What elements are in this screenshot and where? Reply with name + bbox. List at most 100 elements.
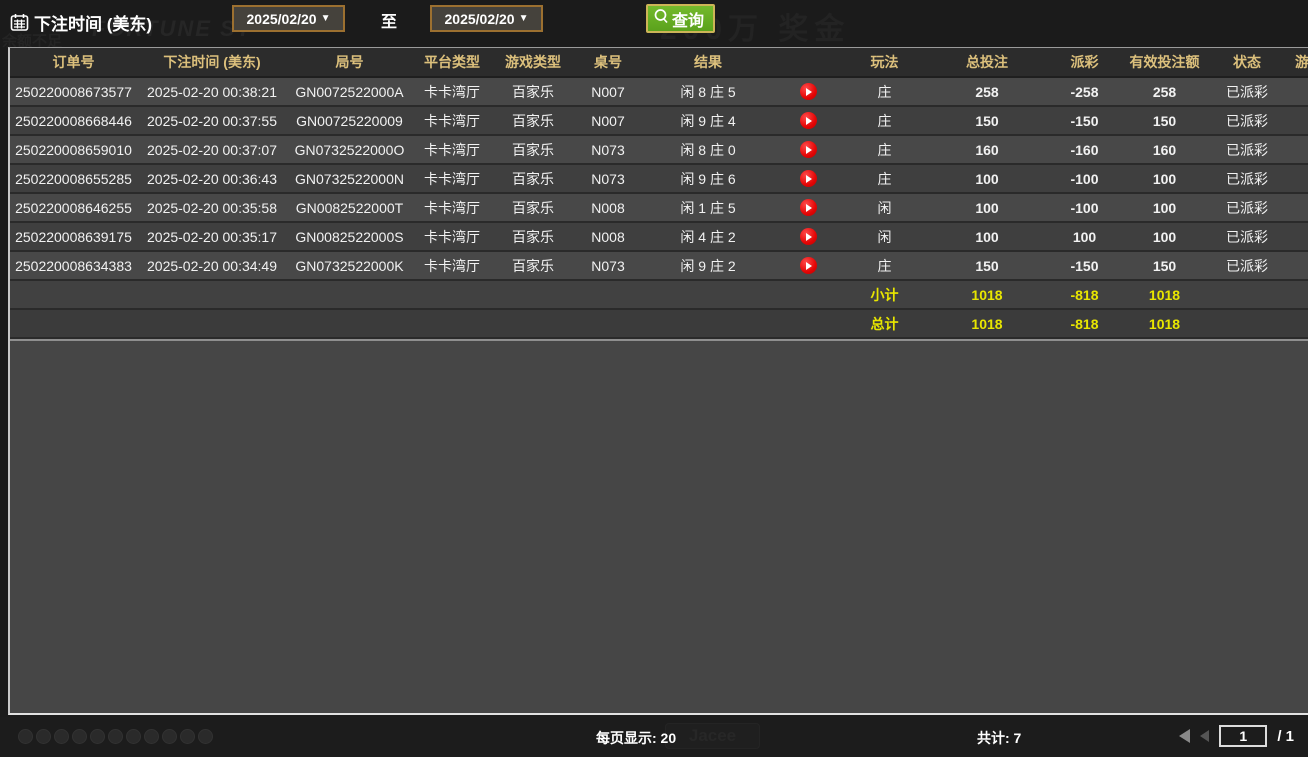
cell-result: 闲 9 庄 4 [642,107,774,134]
subtotal-row: 小计1018-8181018 [10,281,1308,310]
cell-status: 已派彩 [1207,165,1287,192]
table-row: 2502200086462552025-02-20 00:35:58GN0082… [10,194,1308,223]
cell-game [1287,223,1308,250]
table-row: 2502200086684462025-02-20 00:37:55GN0072… [10,107,1308,136]
cell-game [1287,252,1308,279]
play-icon [806,262,812,270]
cell-game_type: 百家乐 [492,194,574,221]
date-range-to-label: 至 [381,8,397,32]
chevron-down-icon: ▼ [519,13,529,24]
bet-records-table: 订单号下注时间 (美东)局号平台类型游戏类型桌号结果玩法总投注派彩有效投注额状态… [10,48,1308,341]
first-page-arrow-icon[interactable] [1179,729,1190,743]
table-row: 2502200086343832025-02-20 00:34:49GN0732… [10,252,1308,281]
total-count-label: 共计: 7 [977,728,1021,748]
cell-payout: 100 [1047,223,1122,250]
page-title: 下注时间 (美东) [34,10,152,35]
cell-game_type: 百家乐 [492,107,574,134]
cell-round: GN00725220009 [287,107,412,134]
query-button[interactable]: 查询 [646,4,715,33]
cell-result: 闲 9 庄 2 [642,252,774,279]
date-from-value: 2025/02/20 [247,11,317,27]
filter-bar: 下注时间 (美东) 2025/02/20 ▼ 至 2025/02/20 ▼ 查询 [0,0,1308,46]
cell-total_bet: 100 [927,165,1047,192]
cell-platform: 卡卡湾厅 [412,194,492,221]
prev-page-arrow-icon[interactable] [1200,730,1209,742]
play-icon [806,88,812,96]
chevron-down-icon: ▼ [321,13,331,24]
query-button-label: 查询 [672,7,704,31]
play-video-button[interactable] [800,141,817,158]
calendar-icon [10,13,29,32]
table-row: 2502200086590102025-02-20 00:37:07GN0732… [10,136,1308,165]
play-video-button[interactable] [800,228,817,245]
date-to-value: 2025/02/20 [445,11,515,27]
cell-result: 闲 8 庄 5 [642,78,774,105]
play-video-button[interactable] [800,112,817,129]
totals-valid-bet: 1018 [1122,310,1207,337]
table-row: 2502200086735772025-02-20 00:38:21GN0072… [10,78,1308,107]
page-total-label: / 1 [1277,728,1294,745]
cell-status: 已派彩 [1207,252,1287,279]
cell-method: 庄 [842,252,927,279]
cell-time: 2025-02-20 00:37:55 [137,107,287,134]
date-from-select[interactable]: 2025/02/20 ▼ [232,5,345,32]
totals-valid-bet: 1018 [1122,281,1207,308]
column-header-order: 订单号 [10,48,137,76]
column-header-platform: 平台类型 [412,48,492,76]
cell-payout: -100 [1047,165,1122,192]
pagination: / 1 [1179,725,1294,747]
cell-order: 250220008646255 [10,194,137,221]
cell-time: 2025-02-20 00:34:49 [137,252,287,279]
cell-order: 250220008668446 [10,107,137,134]
cell-result: 闲 1 庄 5 [642,194,774,221]
bet-records-panel: 订单号下注时间 (美东)局号平台类型游戏类型桌号结果玩法总投注派彩有效投注额状态… [8,47,1308,715]
table-end-divider [10,339,1308,341]
totals-payout: -818 [1047,310,1122,337]
cell-platform: 卡卡湾厅 [412,165,492,192]
cell-valid_bet: 100 [1122,223,1207,250]
cell-method: 庄 [842,78,927,105]
cell-table_no: N073 [574,136,642,163]
cell-status: 已派彩 [1207,194,1287,221]
cell-time: 2025-02-20 00:35:58 [137,194,287,221]
cell-platform: 卡卡湾厅 [412,223,492,250]
cell-total_bet: 160 [927,136,1047,163]
column-header-round: 局号 [287,48,412,76]
cell-valid_bet: 100 [1122,165,1207,192]
play-video-button[interactable] [800,257,817,274]
cell-payout: -160 [1047,136,1122,163]
cell-status: 已派彩 [1207,78,1287,105]
cell-payout: -100 [1047,194,1122,221]
date-to-select[interactable]: 2025/02/20 ▼ [430,5,543,32]
column-header-valid_bet: 有效投注额 [1122,48,1207,76]
cell-total_bet: 100 [927,223,1047,250]
cell-method: 闲 [842,223,927,250]
play-video-button[interactable] [800,170,817,187]
cell-result: 闲 4 庄 2 [642,223,774,250]
play-video-button[interactable] [800,199,817,216]
play-icon [806,233,812,241]
cell-table_no: N008 [574,223,642,250]
footer-bar: Jacee 每页显示: 20 共计: 7 / 1 [0,717,1308,757]
cell-table_no: N008 [574,194,642,221]
cell-method: 庄 [842,107,927,134]
per-page-label: 每页显示: 20 [596,728,676,748]
cell-order: 250220008659010 [10,136,137,163]
cell-time: 2025-02-20 00:36:43 [137,165,287,192]
play-video-button[interactable] [800,83,817,100]
column-header-payout: 派彩 [1047,48,1122,76]
cell-status: 已派彩 [1207,136,1287,163]
column-header-status: 状态 [1207,48,1287,76]
table-header-row: 订单号下注时间 (美东)局号平台类型游戏类型桌号结果玩法总投注派彩有效投注额状态… [10,48,1308,78]
totals-total-bet: 1018 [927,281,1047,308]
grand-total-row: 总计1018-8181018 [10,310,1308,339]
cell-payout: -150 [1047,107,1122,134]
cell-table_no: N007 [574,78,642,105]
cell-valid_bet: 258 [1122,78,1207,105]
cell-platform: 卡卡湾厅 [412,107,492,134]
cell-table_no: N073 [574,165,642,192]
totals-label: 总计 [842,310,927,337]
page-number-input[interactable] [1219,725,1267,747]
cell-method: 庄 [842,136,927,163]
cell-game [1287,194,1308,221]
